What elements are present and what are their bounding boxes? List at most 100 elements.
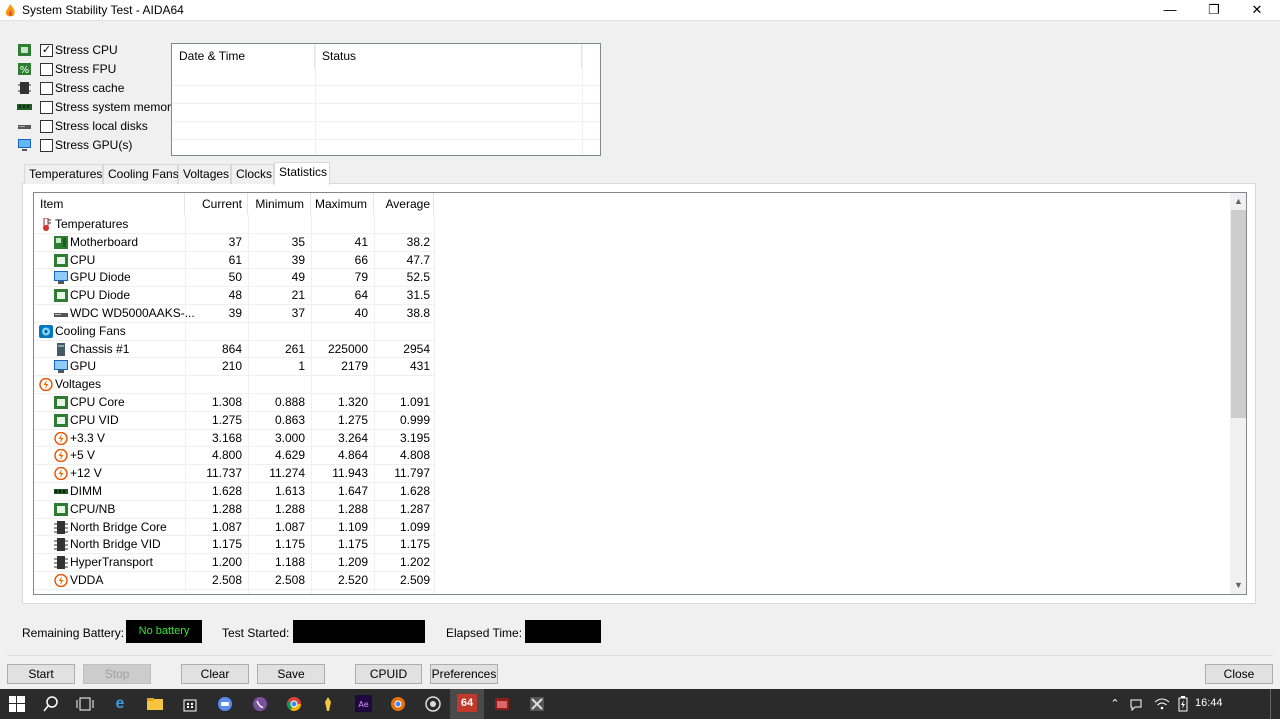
current-value: 2.508 (211, 573, 242, 587)
tab-statistics[interactable]: Statistics (274, 162, 330, 185)
table-row[interactable]: CPU Core 1.308 0.888 1.320 1.091 (34, 394, 434, 412)
tab-temperatures[interactable]: Temperatures (24, 164, 103, 184)
stress-cache-option[interactable]: Stress cache (17, 79, 177, 97)
current-value: 61 (228, 252, 242, 267)
minimum-value: 1.613 (274, 484, 305, 498)
grid-group-row[interactable]: Temperatures (34, 216, 434, 234)
average-value: 38.2 (406, 234, 430, 249)
table-row[interactable]: +12 V 11.737 11.274 11.943 11.797 (34, 465, 434, 483)
after-effects-icon[interactable]: Ae (353, 694, 373, 714)
app-window-icon[interactable] (492, 694, 512, 714)
maximum-value: 1.320 (337, 395, 368, 409)
cpuid-button[interactable]: CPUID (355, 664, 422, 684)
close-button[interactable]: Close (1205, 664, 1273, 684)
table-row[interactable]: WDC WD5000AAKS-... 39 37 40 38.8 (34, 305, 434, 323)
current-value: 50 (228, 270, 242, 285)
statistics-grid[interactable]: Item Current Minimum Maximum Average Tem… (33, 192, 1247, 595)
table-row[interactable]: CPU 61 39 66 47.7 (34, 252, 434, 270)
tab-clocks[interactable]: Clocks (231, 164, 274, 184)
battery-value: No battery (126, 620, 202, 643)
group-label: Voltages (55, 377, 102, 392)
scroll-down-arrow-icon[interactable]: ▼ (1230, 577, 1246, 594)
minimize-button[interactable]: — (1147, 0, 1193, 21)
tab-voltages[interactable]: Voltages (178, 164, 231, 184)
stress-gpu-checkbox[interactable] (40, 139, 53, 152)
chrome-icon[interactable] (284, 694, 304, 714)
disk-icon (18, 125, 31, 129)
table-row[interactable]: North Bridge VID 1.175 1.175 1.175 1.175 (34, 536, 434, 554)
sensor-app-icon[interactable] (527, 694, 547, 714)
memory-icon (54, 485, 68, 498)
tab-cooling-fans[interactable]: Cooling Fans (103, 164, 179, 184)
save-button[interactable]: Save (257, 664, 325, 684)
file-explorer-icon[interactable] (145, 694, 165, 714)
current-value: 1.200 (211, 555, 242, 570)
stress-gpu-label: Stress GPU(s) (55, 138, 133, 152)
table-row[interactable]: CPU/NB 1.288 1.288 1.288 1.287 (34, 501, 434, 519)
wifi-icon[interactable] (1152, 694, 1172, 714)
log-header-datetime[interactable]: Date & Time (172, 44, 315, 68)
scroll-thumb[interactable] (1231, 210, 1246, 418)
pen-tool-icon[interactable] (318, 694, 338, 714)
taskbar-clock[interactable]: 16:44 (1195, 697, 1223, 709)
stress-gpu-option[interactable]: Stress GPU(s) (17, 136, 177, 154)
stress-cpu-checkbox[interactable]: ✓ (40, 44, 53, 57)
chevron-up-icon[interactable]: ⌃ (1105, 694, 1125, 714)
grid-scrollbar[interactable]: ▲ ▼ (1230, 193, 1246, 594)
search-icon[interactable] (41, 694, 61, 714)
messenger-icon[interactable] (215, 694, 235, 714)
chrome-canary-icon[interactable] (388, 694, 408, 714)
scroll-up-arrow-icon[interactable]: ▲ (1230, 193, 1246, 210)
table-row[interactable]: CPU VID 1.275 0.863 1.275 0.999 (34, 412, 434, 430)
minimum-value: 35 (291, 234, 305, 249)
close-window-button[interactable]: ✕ (1234, 0, 1280, 21)
stress-cache-checkbox[interactable] (40, 82, 53, 95)
store-icon[interactable] (180, 694, 200, 714)
maximize-button[interactable]: ❐ (1191, 0, 1237, 21)
stop-button[interactable]: Stop (83, 664, 151, 684)
table-row[interactable]: HyperTransport 1.200 1.188 1.209 1.202 (34, 554, 434, 572)
stress-cpu-option[interactable]: ✓ Stress CPU (17, 41, 177, 59)
grid-group-row[interactable]: Cooling Fans (34, 323, 434, 341)
preferences-button[interactable]: Preferences (430, 664, 498, 684)
stress-memory-checkbox[interactable] (40, 101, 53, 114)
table-row[interactable]: North Bridge Core 1.087 1.087 1.109 1.099 (34, 519, 434, 537)
table-row[interactable]: Chassis #1 864 261 225000 2954 (34, 341, 434, 359)
task-view-icon[interactable] (75, 694, 95, 714)
table-row[interactable]: CPU Diode 48 21 64 31.5 (34, 287, 434, 305)
col-header-minimum[interactable]: Minimum (248, 193, 311, 215)
edge-browser-icon[interactable]: e (110, 694, 130, 714)
aida64-flame-icon (5, 4, 15, 17)
clear-button[interactable]: Clear (181, 664, 249, 684)
show-desktop-button[interactable] (1270, 689, 1280, 719)
table-row[interactable]: VDDA 2.508 2.508 2.520 2.509 (34, 572, 434, 590)
viber-icon[interactable] (250, 694, 270, 714)
log-header-status[interactable]: Status (315, 44, 582, 68)
stress-fpu-label: Stress FPU (55, 62, 117, 76)
table-row[interactable]: GPU 210 1 2179 431 (34, 358, 434, 376)
log-table[interactable]: Date & Time Status (171, 43, 601, 156)
windows-start-icon[interactable] (7, 694, 27, 714)
table-row[interactable]: +5 V 4.800 4.629 4.864 4.808 (34, 447, 434, 465)
table-row[interactable]: DIMM 1.628 1.613 1.647 1.628 (34, 483, 434, 501)
stress-disks-checkbox[interactable] (40, 120, 53, 133)
stress-memory-option[interactable]: Stress system memory (17, 98, 177, 116)
col-header-item[interactable]: Item (34, 193, 185, 215)
stress-fpu-option[interactable]: % Stress FPU (17, 60, 177, 78)
table-row[interactable]: +3.3 V 3.168 3.000 3.264 3.195 (34, 430, 434, 448)
col-header-average[interactable]: Average (374, 193, 434, 215)
table-row[interactable]: GPU Diode 50 49 79 52.5 (34, 269, 434, 287)
stress-disks-option[interactable]: Stress local disks (17, 117, 177, 135)
col-header-current[interactable]: Current (185, 193, 248, 215)
battery-charging-icon[interactable] (1173, 694, 1193, 714)
log-col-divider (582, 44, 583, 155)
aida64-taskbar-icon[interactable]: 64 (457, 694, 477, 712)
col-header-maximum[interactable]: Maximum (311, 193, 374, 215)
grid-group-row[interactable]: Voltages (34, 376, 434, 394)
notification-icon[interactable] (1126, 694, 1146, 714)
average-value: 52.5 (406, 270, 430, 285)
table-row[interactable]: Motherboard 37 35 41 38.2 (34, 234, 434, 252)
stress-fpu-checkbox[interactable] (40, 63, 53, 76)
start-button[interactable]: Start (7, 664, 75, 684)
steam-icon[interactable] (423, 694, 443, 714)
